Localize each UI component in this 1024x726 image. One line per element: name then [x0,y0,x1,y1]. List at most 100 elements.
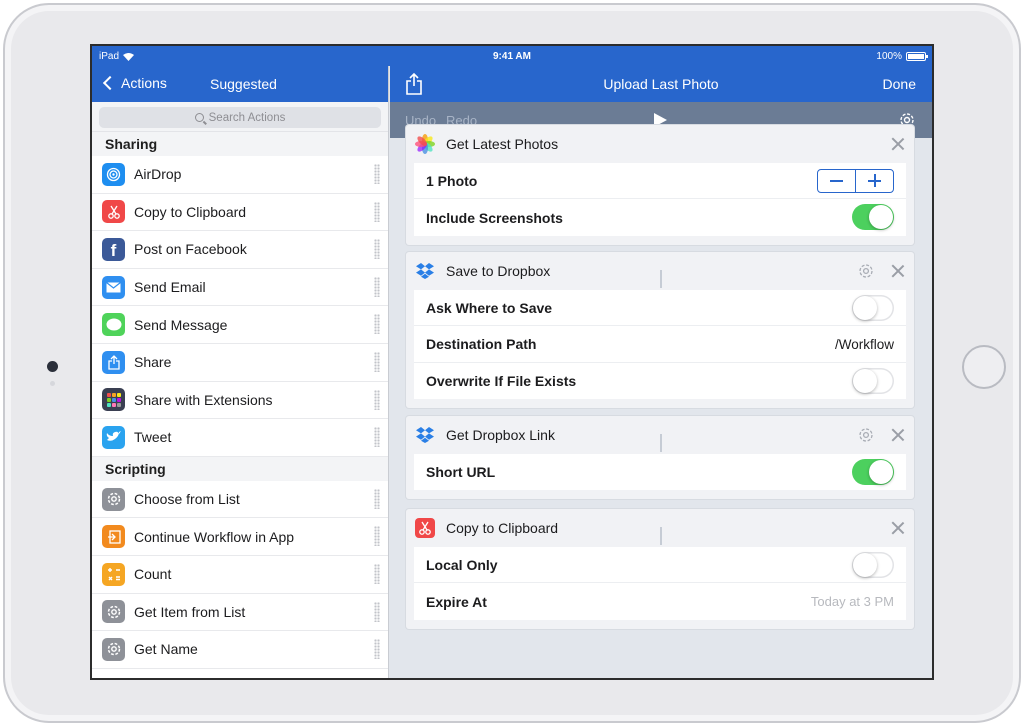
workflow-title: Upload Last Photo [603,76,719,92]
chevron-left-icon [102,75,118,91]
toggle-switch[interactable] [852,295,894,321]
extensions-icon [102,388,125,412]
action-list-item[interactable]: Share with Extensions [92,382,388,420]
dropbox-icon [415,425,435,445]
card-title: Save to Dropbox [446,263,551,279]
drag-handle-icon[interactable] [374,389,380,410]
action-label: Get Name [134,641,198,658]
toggle-switch[interactable] [852,367,894,394]
parameter-row: Overwrite If File Exists [414,362,906,400]
drag-handle-icon[interactable] [374,164,380,184]
mail-icon [102,275,125,299]
toggle-knob [853,296,877,320]
action-label: Send Email [134,279,206,296]
card-title: Copy to Clipboard [446,520,559,536]
action-list-item[interactable]: Choose from List [92,481,388,519]
drag-handle-icon[interactable] [374,563,380,584]
photos-icon [415,134,435,154]
action-label: Share [134,354,172,371]
action-list-item[interactable]: f Post on Facebook [92,231,388,269]
action-label: Post on Facebook [134,241,247,258]
drag-handle-icon[interactable] [374,201,380,222]
actions-navbar: Actions Suggested [92,66,388,102]
action-label: Copy to Clipboard [134,203,247,220]
action-label: Continue Workflow in App [134,528,295,545]
parameter-row: Include Screenshots [414,199,906,236]
action-list-item[interactable]: Copy to Clipboard [92,194,388,232]
toggle-knob [853,553,877,577]
drag-handle-icon[interactable] [374,639,380,660]
workflow-action-card[interactable]: Get Latest Photos 1 Photo Include Screensh… [406,125,914,245]
screen: iPad 9:41 AM 100% Actions Suggested Sear… [90,44,934,680]
action-list-item[interactable]: AirDrop [92,156,388,194]
done-button[interactable]: Done [883,76,916,92]
toggle-knob [869,460,893,484]
action-list-item[interactable]: Send Email [92,269,388,307]
toggle-knob [853,368,877,393]
parameter-placeholder[interactable]: Today at 3 PM [811,594,894,609]
parameter-label: Ask Where to Save [426,299,553,316]
action-list-item[interactable]: Count [92,556,388,594]
drag-handle-icon[interactable] [374,239,380,260]
search-input[interactable]: Search Actions [99,107,381,128]
home-button[interactable] [962,345,1006,389]
gear-icon[interactable] [857,426,875,449]
toggle-switch[interactable] [852,204,894,231]
close-icon[interactable] [891,137,905,151]
flow-connector [660,270,662,288]
gear-icon [102,487,125,511]
drag-handle-icon[interactable] [374,351,380,372]
action-label: Choose from List [134,491,240,508]
front-camera [47,361,58,372]
pane-title: Suggested [210,76,277,92]
scissors-icon [102,200,125,224]
workflow-action-card[interactable]: Get Dropbox Link Short URL [406,416,914,500]
toggle-switch[interactable] [852,459,894,485]
card-title: Get Latest Photos [446,136,559,152]
back-button[interactable]: Actions [102,75,167,91]
parameter-label: 1 Photo [426,172,478,189]
drag-handle-icon[interactable] [374,526,380,547]
action-list-item[interactable]: Share [92,344,388,382]
toggle-switch[interactable] [852,552,894,578]
back-button-label: Actions [121,75,167,91]
drag-handle-icon[interactable] [374,488,380,509]
calculator-icon [102,562,125,586]
close-icon[interactable] [891,264,905,278]
card-title: Get Dropbox Link [446,427,555,443]
action-label: Share with Extensions [134,391,273,408]
action-list-item[interactable]: Continue Workflow in App [92,518,388,556]
parameter-label: Overwrite If File Exists [426,372,577,389]
workflow-navbar: Upload Last Photo Done [390,66,932,102]
toggle-knob [869,205,893,230]
action-list-item[interactable]: Send Message [92,306,388,344]
parameter-label: Local Only [426,556,498,573]
flow-connector [660,527,662,545]
action-label: Count [134,566,172,583]
action-list-item[interactable]: Get Item from List [92,594,388,632]
drag-handle-icon[interactable] [374,601,380,622]
action-list-item[interactable]: Get Name [92,631,388,669]
card-header: Get Latest Photos [406,125,914,163]
parameter-row: 1 Photo [414,163,906,200]
open-app-icon [102,525,125,549]
quantity-stepper[interactable] [817,169,894,193]
drag-handle-icon[interactable] [374,427,380,448]
facebook-icon: f [102,237,125,261]
parameter-label: Destination Path [426,336,537,353]
gear-icon[interactable] [857,262,875,285]
parameter-value[interactable]: /Workflow [835,337,894,352]
drag-handle-icon[interactable] [374,276,380,297]
close-icon[interactable] [891,428,905,442]
action-list: Sharing AirDrop Copy to Clipboard f Post on … [92,132,388,669]
minus-icon[interactable] [818,170,856,192]
action-label: Send Message [134,316,228,333]
parameter-row: Expire At Today at 3 PM [414,583,906,620]
close-icon[interactable] [891,521,905,535]
plus-icon[interactable] [856,170,893,192]
drag-handle-icon[interactable] [374,314,380,335]
airdrop-icon [102,162,125,186]
action-list-item[interactable]: Tweet [92,419,388,457]
action-label: Get Item from List [134,603,246,620]
search-icon [194,113,204,122]
